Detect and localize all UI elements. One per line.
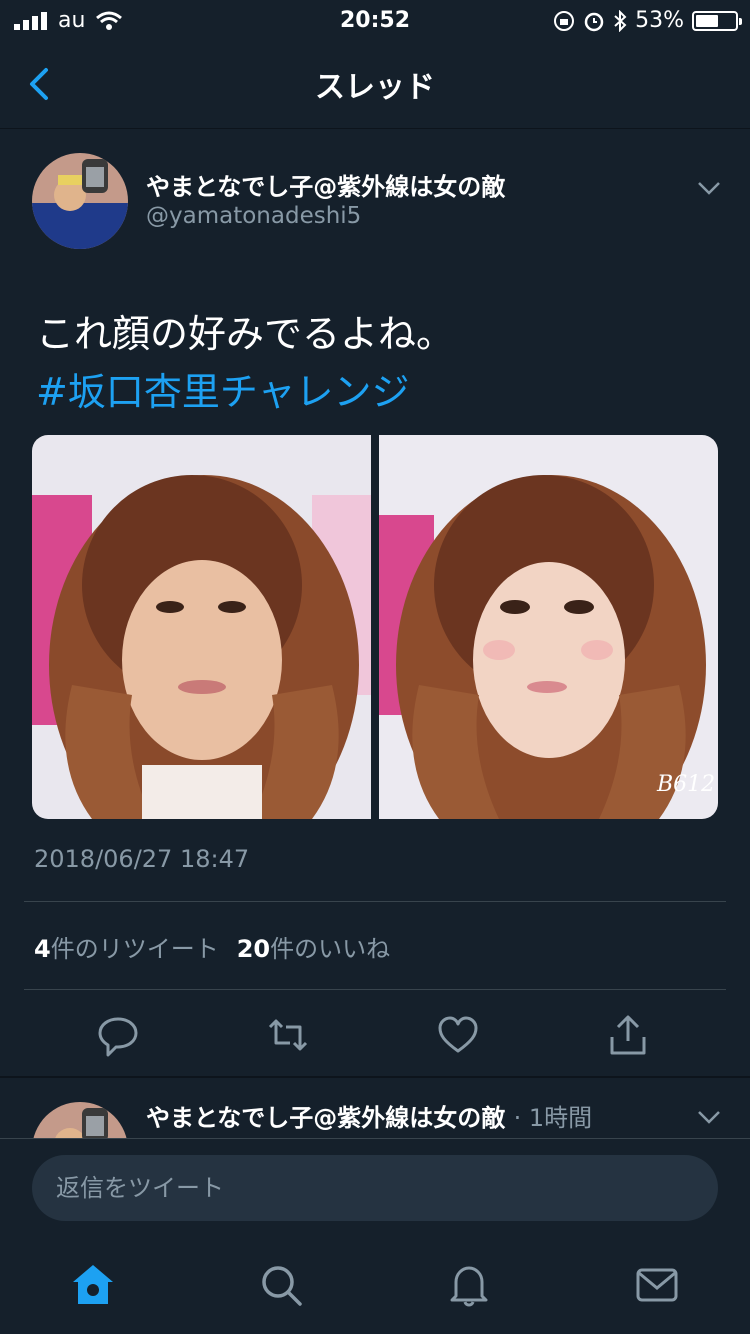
battery-icon: [692, 10, 742, 31]
reply-input[interactable]: [32, 1155, 718, 1221]
search-icon[interactable]: [256, 1260, 306, 1310]
avatar[interactable]: [32, 153, 128, 249]
rotation-lock-icon: [554, 10, 575, 31]
retweet-icon[interactable]: [266, 1013, 310, 1057]
chevron-down-icon[interactable]: [694, 1102, 724, 1132]
status-bar: au 20:52 53%: [0, 0, 750, 40]
avatar[interactable]: [32, 1102, 128, 1140]
share-icon[interactable]: [606, 1013, 650, 1057]
author-handle[interactable]: @yamatonadeshi5: [146, 203, 361, 229]
photo-after[interactable]: B612: [379, 435, 718, 819]
tweet-media[interactable]: B612: [32, 435, 718, 819]
nav-bar: スレッド: [0, 40, 750, 129]
reply-author[interactable]: やまとなでし子@紫外線は女の敵 · 1時間: [146, 1098, 592, 1133]
tweet-stats: 4件のリツイート 20件のいいね: [34, 929, 390, 964]
page-title: スレッド: [315, 70, 435, 105]
divider: [24, 901, 726, 902]
tab-bar: [0, 1238, 750, 1334]
like-icon[interactable]: [436, 1013, 480, 1057]
reply-composer: [0, 1138, 750, 1239]
tweet-timestamp: 2018/06/27 18:47: [34, 845, 250, 873]
retweets-stat[interactable]: 4件のリツイート: [34, 929, 219, 964]
home-icon[interactable]: [68, 1260, 118, 1310]
chevron-down-icon[interactable]: [694, 173, 724, 203]
photo-before[interactable]: [32, 435, 371, 819]
notifications-icon[interactable]: [444, 1260, 494, 1310]
tweet-text: これ顔の好みでるよね。 #坂口杏里チャレンジ: [36, 305, 726, 421]
tweet-body: これ顔の好みでるよね。: [36, 312, 455, 356]
bluetooth-icon: [614, 9, 627, 32]
hashtag-link[interactable]: #坂口杏里チャレンジ: [36, 363, 726, 421]
messages-icon[interactable]: [632, 1260, 682, 1310]
alarm-icon: [584, 12, 604, 31]
tweet-actions: [0, 999, 750, 1075]
battery-percent: 53%: [635, 8, 684, 33]
divider: [24, 989, 726, 990]
reply-icon[interactable]: [96, 1013, 140, 1057]
likes-stat[interactable]: 20件のいいね: [237, 929, 390, 964]
b612-watermark: B612: [656, 772, 715, 797]
author-name[interactable]: やまとなでし子@紫外線は女の敵: [146, 167, 505, 202]
reply-tweet[interactable]: やまとなでし子@紫外線は女の敵 · 1時間: [0, 1078, 750, 1140]
